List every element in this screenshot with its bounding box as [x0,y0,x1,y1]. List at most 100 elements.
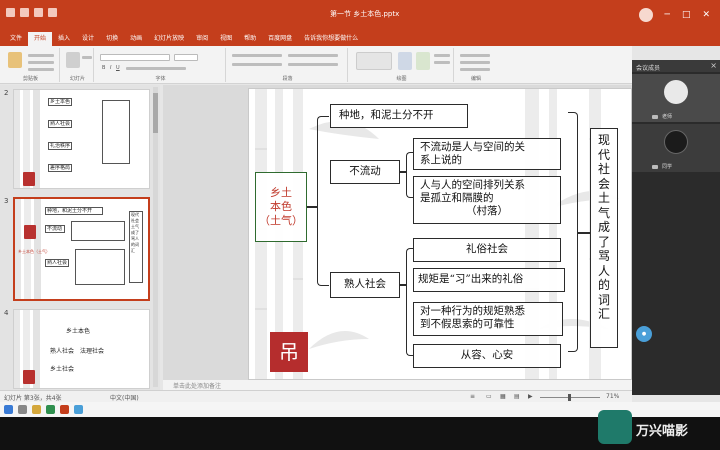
save-icon[interactable] [6,8,15,17]
child-node[interactable]: 人与人的空间排列关系 是孤立和隔膜的 （村落） [413,176,561,224]
child-node[interactable]: 规矩是“习”出来的礼俗 [413,268,565,292]
close-panel-icon[interactable]: × [710,61,717,70]
new-slide-icon[interactable] [66,52,80,68]
connector [307,206,317,208]
thumb-box: 差序格局 [48,164,73,172]
paste-icon[interactable] [8,52,22,68]
shapes-gallery[interactable] [356,52,392,70]
bullets-button[interactable] [232,54,282,57]
redo-icon[interactable] [34,8,43,17]
shape-outline-button[interactable] [434,61,450,64]
font-group: B I U 字体 [96,48,226,82]
normal-view-icon[interactable]: ▭ [486,393,492,400]
font-tools [126,67,186,70]
sorter-view-icon[interactable]: ▦ [500,393,506,400]
thumb-box: 熟人社会 [48,120,73,128]
branch-node-immobile[interactable]: 不流动 [330,160,400,184]
maximize-icon[interactable]: □ [682,10,691,20]
recording-indicator-icon[interactable]: ● [636,326,652,342]
tab-home[interactable]: 开始 [28,32,53,46]
find-button[interactable] [460,54,490,57]
participant-tile[interactable]: 老师 [632,74,720,122]
scrollbar-thumb[interactable] [153,93,158,133]
branch-node-farming[interactable]: 种地，和泥土分不开 [330,104,468,128]
language-indicator[interactable]: 中文(中国) [110,393,139,402]
meeting-app-icon[interactable] [74,405,83,414]
drawing-label: 绘图 [396,76,407,82]
slides-label: 幻灯片 [69,76,85,82]
tab-slideshow[interactable]: 幻灯片放映 [148,32,190,46]
zoom-slider-thumb[interactable] [568,394,571,401]
search-icon[interactable] [18,405,27,414]
replace-button[interactable] [460,61,490,64]
browser-icon[interactable] [46,405,55,414]
tab-view[interactable]: 视图 [214,32,238,46]
slide-thumbnail[interactable]: 乡土本色 熟人社会 法理社会 乡土社会 [13,309,150,389]
minimize-icon[interactable]: ─ [665,10,670,20]
underline-icon[interactable]: U [116,65,120,71]
tab-transitions[interactable]: 切换 [100,32,124,46]
layout-button[interactable] [82,56,92,59]
tab-animations[interactable]: 动画 [124,32,148,46]
cut-button[interactable] [28,54,54,57]
branch-node-acquaintance[interactable]: 熟人社会 [330,272,400,298]
align-buttons[interactable] [232,63,282,66]
thumb-box: 种地，和泥土分不开 [45,207,103,215]
conclusion-bracket [568,112,578,352]
seal-logo: 吊 [270,332,308,372]
conclusion-char: 社 [597,162,610,176]
powerpoint-icon[interactable] [60,405,69,414]
tab-design[interactable]: 设计 [76,32,100,46]
tab-insert[interactable]: 插入 [52,32,76,46]
child-node[interactable]: 礼俗社会 [413,238,561,262]
notes-pane[interactable]: 单击此处添加备注 [163,380,632,390]
conclusion-label: 现代社会土气成了骂人的词汇 [591,133,617,322]
select-button[interactable] [460,68,490,71]
bold-icon[interactable]: B [102,65,105,71]
child-node[interactable]: 对一种行为的规矩熟悉 到不假思索的可靠性 [413,302,563,336]
thumbnail-scrollbar[interactable] [153,87,158,387]
tab-baidu[interactable]: 百度网盘 [262,32,298,46]
child-label: 从容、心安 [460,349,514,361]
root-node[interactable]: 乡土 本色 （土气） [255,172,307,242]
tab-review[interactable]: 审阅 [190,32,214,46]
child-node[interactable]: 不流动是人与空间的关 系上说的 [413,138,561,170]
slide-thumbnail[interactable]: 乡土本色 熟人社会 礼治秩序 差序格局 [13,89,150,189]
child-line: 是孤立和隔膜的 [420,192,494,204]
present-icon[interactable] [48,8,57,17]
arrange-icon[interactable] [398,52,412,70]
thumb-text: 乡土本色 [66,328,91,335]
conclusion-char: 成 [597,220,610,234]
child-line: 系上说的 [420,154,462,166]
conclusion-node[interactable]: 现代社会土气成了骂人的词汇 [590,128,618,348]
slide-thumbnail-selected[interactable]: 种地，和泥土分不开 不流动 熟人社会 现代社会土气成了骂人的词汇 乡土本色（土气… [13,197,150,301]
quick-styles-icon[interactable] [416,52,430,70]
conclusion-char: 骂 [597,249,610,263]
notes-toggle-icon[interactable]: ≡ [470,393,475,400]
close-icon[interactable]: ✕ [702,10,710,20]
start-icon[interactable] [4,405,13,414]
tell-me-search[interactable]: 告诉我你想要做什么 [298,32,364,46]
reading-view-icon[interactable]: ▤ [514,393,520,400]
child-node[interactable]: 从容、心安 [413,344,561,368]
folder-icon[interactable] [32,405,41,414]
zoom-level[interactable]: 71% [606,393,619,400]
slideshow-view-icon[interactable]: ▶ [528,393,533,400]
undo-icon[interactable] [20,8,29,17]
participant-tile[interactable]: 同学 [632,124,720,172]
shape-fill-button[interactable] [434,54,450,57]
font-size-select[interactable] [174,54,198,61]
format-painter-button[interactable] [28,68,54,71]
text-direction-button[interactable] [288,54,338,57]
thumb-box: 不流动 [45,225,65,233]
font-family-select[interactable] [100,54,170,61]
tab-file[interactable]: 文件 [4,32,28,46]
smartart-button[interactable] [288,63,338,66]
title-bar: 第一节 乡土本色.pptx ─ □ ✕ [0,0,720,30]
italic-icon[interactable]: I [110,65,111,71]
tab-help[interactable]: 帮助 [238,32,262,46]
copy-button[interactable] [28,61,54,64]
avatar [664,80,688,104]
panel-header: 会议成员 [632,60,720,72]
account-icon[interactable] [638,8,653,22]
